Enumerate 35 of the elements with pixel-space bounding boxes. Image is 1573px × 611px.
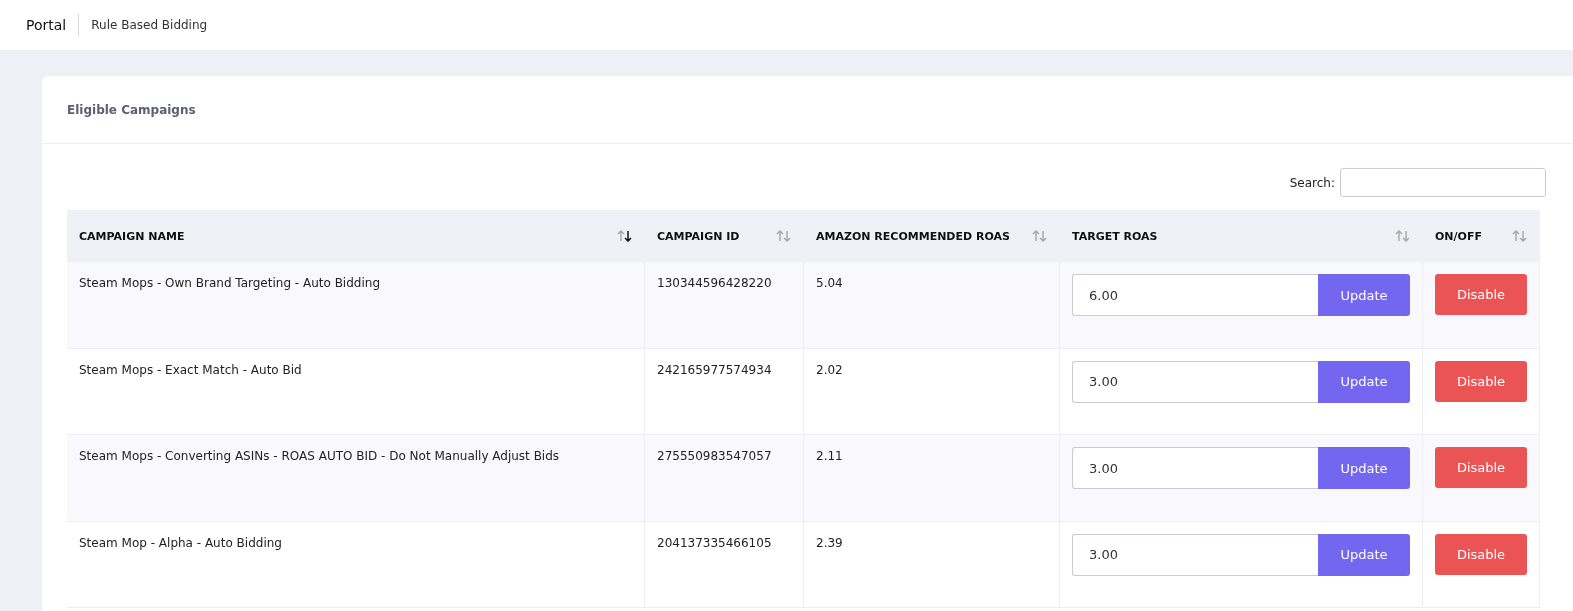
- table-cell: Steam Mops - Converting ASINs - ROAS AUTO BID - Do Not Manually Adjust Bids: [67, 435, 645, 522]
- page-title: Rule Based Bidding: [91, 18, 208, 32]
- update-button[interactable]: Update: [1318, 360, 1410, 403]
- table-cell: 2.02: [804, 348, 1060, 435]
- table-cell: Steam Mops - Own Brand Targeting - Auto Bidding: [67, 262, 645, 349]
- column-header[interactable]: ON/OFF: [1423, 210, 1540, 262]
- table-cell: 2.39: [804, 521, 1060, 608]
- disable-button[interactable]: Disable: [1435, 360, 1527, 402]
- table-cell: 130344596428220: [645, 262, 804, 349]
- table-cell: 204137335466105: [645, 521, 804, 608]
- target-roas-field[interactable]: 3.00: [1072, 360, 1318, 403]
- sort-icon[interactable]: [617, 230, 633, 242]
- table-cell: 242165977574934: [645, 348, 804, 435]
- column-header[interactable]: CAMPAIGN ID: [645, 210, 804, 262]
- disable-button[interactable]: Disable: [1435, 447, 1527, 488]
- column-header[interactable]: TARGET ROAS: [1060, 210, 1423, 262]
- search-field[interactable]: [1340, 168, 1546, 197]
- target-roas-field[interactable]: 3.00: [1072, 533, 1318, 576]
- update-button[interactable]: Update: [1318, 447, 1410, 489]
- card-title: Eligible Campaigns: [67, 102, 196, 117]
- table-cell: Steam Mops - Exact Match - Auto Bid: [67, 348, 645, 435]
- target-roas-field[interactable]: 3.00: [1072, 447, 1318, 489]
- disable-button[interactable]: Disable: [1435, 533, 1527, 575]
- disable-button[interactable]: Disable: [1435, 274, 1527, 315]
- search-label: Search:: [1289, 175, 1335, 190]
- table-cell: 2.11: [804, 435, 1060, 522]
- update-button[interactable]: Update: [1318, 274, 1410, 316]
- table-cell: 275550983547057: [645, 435, 804, 522]
- target-roas-field[interactable]: 6.00: [1072, 274, 1318, 316]
- column-header[interactable]: CAMPAIGN NAME: [67, 210, 645, 262]
- update-button[interactable]: Update: [1318, 533, 1410, 576]
- table-cell: 5.04: [804, 262, 1060, 349]
- table-cell: Steam Mop - Alpha - Auto Bidding: [67, 521, 645, 608]
- column-header[interactable]: AMAZON RECOMMENDED ROAS: [804, 210, 1060, 262]
- portal-brand[interactable]: Portal: [26, 14, 80, 36]
